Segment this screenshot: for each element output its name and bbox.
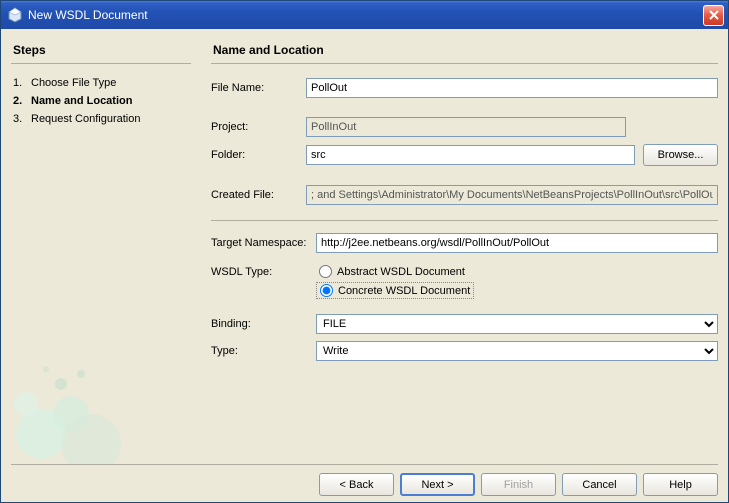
app-icon	[7, 7, 23, 23]
binding-select[interactable]: FILE	[316, 314, 718, 334]
targetns-label: Target Namespace:	[211, 237, 316, 249]
steps-list: 1.Choose File Type 2.Name and Location 3…	[11, 74, 191, 128]
filename-label: File Name:	[211, 82, 306, 94]
finish-button[interactable]: Finish	[481, 473, 556, 496]
divider	[211, 220, 718, 221]
help-button[interactable]: Help	[643, 473, 718, 496]
folder-input[interactable]	[306, 145, 635, 165]
wsdltype-abstract-option[interactable]: Abstract WSDL Document	[316, 264, 474, 279]
folder-label: Folder:	[211, 149, 306, 161]
cancel-button[interactable]: Cancel	[562, 473, 637, 496]
step-item: 1.Choose File Type	[11, 74, 191, 92]
decorative-bubbles	[11, 344, 191, 464]
next-button[interactable]: Next >	[400, 473, 475, 496]
step-item-current: 2.Name and Location	[11, 92, 191, 110]
type-label: Type:	[211, 345, 316, 357]
wizard-footer: < Back Next > Finish Cancel Help	[11, 464, 718, 496]
targetns-input[interactable]	[316, 233, 718, 253]
type-select[interactable]: Write	[316, 341, 718, 361]
titlebar[interactable]: New WSDL Document	[1, 1, 728, 29]
close-button[interactable]	[703, 5, 724, 26]
wsdltype-concrete-radio[interactable]	[320, 284, 333, 297]
wizard-window: New WSDL Document Steps 1.Choose File Ty…	[0, 0, 729, 503]
wsdltype-label: WSDL Type:	[211, 264, 316, 278]
main-panel: Name and Location File Name: Project: Fo…	[201, 39, 718, 464]
main-heading: Name and Location	[211, 39, 718, 64]
filename-input[interactable]	[306, 78, 718, 98]
wsdltype-radio-group: Abstract WSDL Document Concrete WSDL Doc…	[316, 264, 474, 299]
wsdltype-abstract-radio[interactable]	[319, 265, 332, 278]
project-input	[306, 117, 626, 137]
createdfile-label: Created File:	[211, 189, 306, 201]
step-item: 3.Request Configuration	[11, 110, 191, 128]
back-button[interactable]: < Back	[319, 473, 394, 496]
window-title: New WSDL Document	[28, 8, 703, 22]
steps-heading: Steps	[11, 39, 191, 64]
wizard-body: Steps 1.Choose File Type 2.Name and Loca…	[1, 29, 728, 502]
createdfile-input	[306, 185, 718, 205]
wsdltype-concrete-option[interactable]: Concrete WSDL Document	[316, 282, 474, 299]
binding-label: Binding:	[211, 318, 316, 330]
browse-button[interactable]: Browse...	[643, 144, 718, 166]
steps-sidebar: Steps 1.Choose File Type 2.Name and Loca…	[11, 39, 201, 464]
project-label: Project:	[211, 121, 306, 133]
